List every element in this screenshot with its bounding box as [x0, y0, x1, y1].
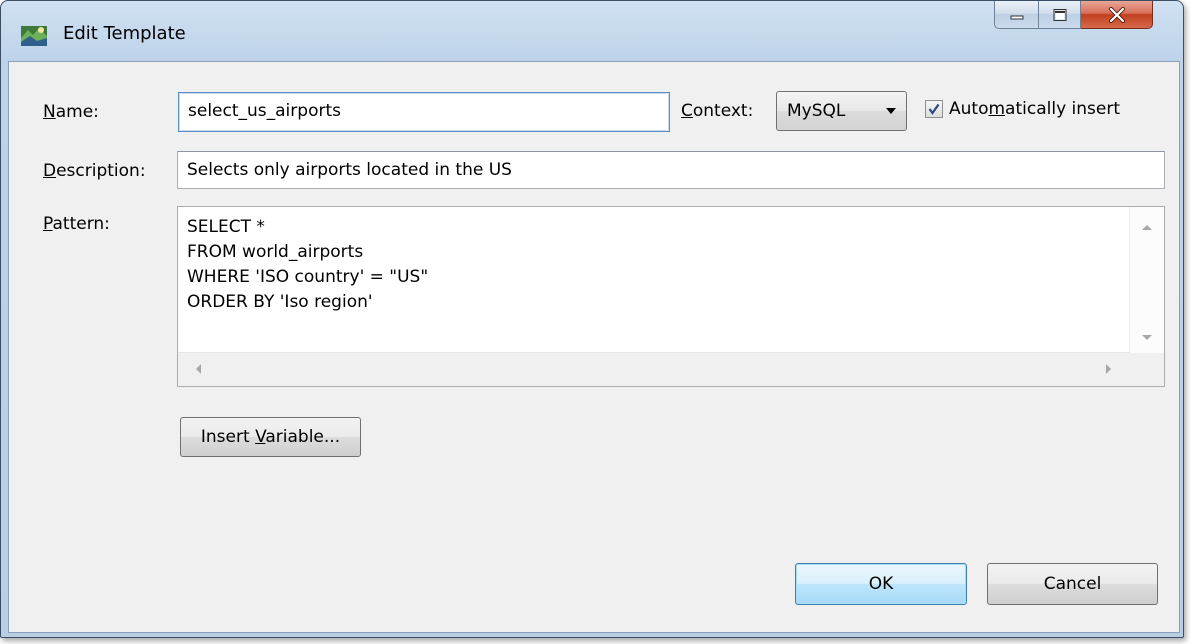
scroll-up-icon[interactable]	[1142, 225, 1152, 230]
context-label: Context:	[681, 101, 754, 121]
close-icon	[1081, 1, 1152, 28]
pattern-line: WHERE 'ISO country' = "US"	[187, 267, 429, 287]
pattern-line: FROM world_airports	[187, 242, 364, 262]
scrollbar-corner	[1130, 353, 1164, 386]
description-label: Description:	[43, 161, 146, 181]
maximize-icon	[1039, 1, 1080, 28]
maximize-button[interactable]	[1039, 1, 1081, 29]
scroll-left-icon[interactable]	[196, 364, 201, 374]
close-button[interactable]	[1081, 1, 1153, 29]
minimize-icon	[995, 1, 1038, 28]
context-select[interactable]: MySQL	[776, 91, 907, 131]
chevron-down-icon	[886, 108, 896, 114]
context-value: MySQL	[787, 101, 846, 121]
auto-insert-label[interactable]: Automatically insert	[949, 99, 1120, 119]
minimize-button[interactable]	[994, 1, 1039, 29]
horizontal-scrollbar[interactable]	[178, 352, 1130, 386]
window-title: Edit Template	[63, 23, 186, 44]
pattern-text: SELECT * FROM world_airports WHERE 'ISO …	[187, 215, 428, 315]
checkmark-icon	[928, 103, 940, 115]
auto-insert-checkbox[interactable]	[925, 100, 943, 118]
pattern-line: ORDER BY 'Iso region'	[187, 292, 373, 312]
pattern-line: SELECT *	[187, 217, 265, 237]
vertical-scrollbar[interactable]	[1129, 207, 1164, 354]
description-input[interactable]: Selects only airports located in the US	[177, 151, 1165, 189]
scroll-right-icon[interactable]	[1106, 364, 1111, 374]
pattern-textarea[interactable]: SELECT * FROM world_airports WHERE 'ISO …	[177, 206, 1165, 387]
name-input[interactable]: select_us_airports	[178, 92, 670, 132]
name-label: Name:	[43, 102, 99, 122]
cancel-button[interactable]: Cancel	[987, 563, 1158, 605]
ok-button[interactable]: OK	[795, 563, 967, 605]
pattern-label: Pattern:	[43, 214, 110, 234]
template-icon	[21, 24, 47, 46]
scroll-down-icon[interactable]	[1142, 335, 1152, 340]
caption-buttons	[994, 1, 1153, 39]
insert-variable-button[interactable]: Insert Variable...	[180, 417, 361, 457]
